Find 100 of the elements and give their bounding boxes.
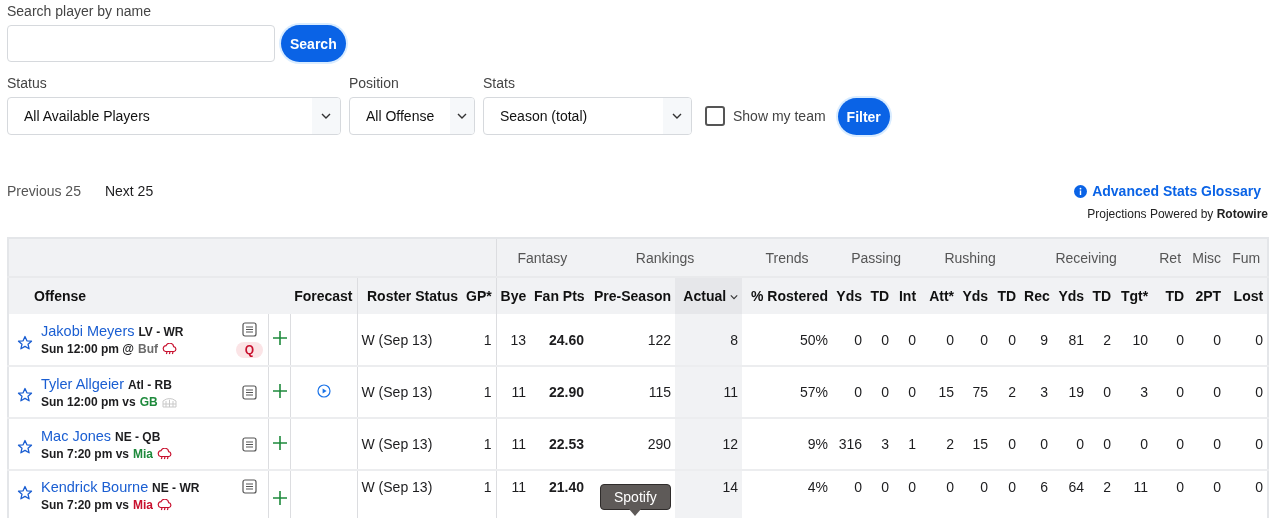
chevron-down-icon	[457, 113, 468, 119]
previous-link[interactable]: Previous 25	[7, 183, 81, 199]
table-cell: 2	[1103, 479, 1112, 495]
add-icon[interactable]	[272, 331, 287, 345]
group-header: Misc	[1192, 249, 1222, 266]
table-cell: 57%	[800, 384, 829, 400]
filter-button[interactable]: Filter	[837, 98, 890, 135]
team-position: NE - QB	[115, 429, 161, 444]
next-link[interactable]: Next 25	[104, 183, 154, 199]
player-link[interactable]: Mac Jones	[41, 427, 112, 444]
table-cell: 0	[1008, 479, 1017, 495]
add-icon[interactable]	[272, 491, 287, 505]
table-cell: 2	[1103, 331, 1112, 348]
table-cell: 0	[980, 479, 989, 495]
star-icon[interactable]	[17, 485, 33, 501]
table-cell: 1	[483, 331, 492, 348]
table-cell: 9%	[807, 436, 829, 452]
table-cell: 0	[854, 384, 863, 400]
table-cell: 3	[1040, 384, 1049, 400]
star-icon[interactable]	[17, 439, 33, 455]
play-icon[interactable]	[316, 383, 331, 398]
notes-icon[interactable]	[242, 479, 257, 494]
table-cell: 0	[1255, 384, 1264, 400]
roster-status: W (Sep 13)	[361, 384, 433, 400]
column-header[interactable]: Offense	[34, 288, 87, 304]
search-button[interactable]: Search	[281, 25, 346, 62]
table-cell: 13	[510, 331, 527, 348]
group-header: Trends	[765, 249, 809, 266]
chevron-down-icon	[672, 113, 682, 119]
table-cell: 81	[1068, 331, 1085, 348]
table-cell: 0	[908, 479, 917, 495]
table-cell: 122	[647, 331, 672, 348]
table-cell: 0	[1008, 436, 1017, 452]
team-position: Atl - RB	[127, 377, 172, 392]
fantasy-points: 21.40	[549, 479, 585, 495]
table-cell: 0	[1176, 384, 1185, 400]
table-cell: 0	[1255, 436, 1264, 452]
fantasy-points: 22.53	[549, 436, 585, 452]
team-position: LV - WR	[138, 325, 184, 339]
dropdown[interactable]: Season (total)	[483, 97, 692, 135]
rain-cloud-icon	[157, 499, 173, 511]
notes-icon[interactable]	[242, 384, 257, 400]
table-cell: 0	[881, 331, 890, 348]
table-cell: 10	[1132, 331, 1149, 348]
roster-status: W (Sep 13)	[361, 479, 433, 495]
table-cell: 0	[946, 479, 955, 495]
table-cell: 1	[483, 479, 492, 495]
table-cell: 11	[511, 384, 527, 400]
add-icon[interactable]	[272, 435, 287, 450]
table-cell: 0	[1213, 479, 1222, 495]
star-icon[interactable]	[17, 334, 33, 351]
table-cell: 12	[722, 436, 739, 452]
group-header: Rushing	[944, 249, 996, 266]
player-link[interactable]: Tyler Allgeier	[41, 375, 124, 392]
group-header: Receiving	[1055, 249, 1117, 266]
table-cell: 15	[938, 384, 955, 400]
table-cell: 0	[1076, 436, 1085, 452]
glossary-link[interactable]: Advanced Stats Glossary	[1092, 183, 1261, 199]
tooltip: Spotify	[600, 484, 671, 516]
opponent-team: Mia	[133, 498, 154, 512]
table-cell: 0	[1213, 436, 1222, 452]
injury-badge: Q	[235, 341, 264, 358]
table-cell: 0	[1213, 331, 1222, 348]
table-cell: 15	[972, 436, 989, 452]
dropdown[interactable]: All Offense	[349, 97, 475, 135]
game-time: Sun 12:00 pm @	[41, 342, 135, 356]
table-cell: 50%	[800, 331, 829, 348]
add-icon[interactable]	[272, 383, 287, 398]
star-icon[interactable]	[17, 387, 33, 403]
table-cell: 115	[648, 384, 672, 400]
group-header: Fum	[1232, 249, 1261, 266]
search-field[interactable]	[7, 25, 275, 62]
table-cell: 0	[854, 479, 863, 495]
table-cell: 1	[483, 384, 492, 400]
table-cell: 9	[1040, 331, 1049, 348]
notes-icon[interactable]	[242, 436, 257, 452]
table-cell: 0	[1040, 436, 1049, 452]
table-cell: 0	[1255, 331, 1264, 348]
rain-cloud-icon	[157, 447, 173, 460]
team-position: NE - WR	[152, 481, 200, 495]
table-cell: 3	[1140, 384, 1149, 400]
table-cell: 19	[1068, 384, 1085, 400]
rain-cloud-icon	[162, 343, 178, 355]
table-cell: 0	[980, 331, 989, 348]
notes-icon[interactable]	[242, 321, 257, 337]
opponent-team: Buf	[138, 342, 159, 356]
checkbox[interactable]	[705, 106, 725, 126]
table-cell: 1	[483, 436, 492, 452]
field-label: Position	[349, 75, 400, 91]
table-cell: 3	[881, 436, 890, 452]
player-link[interactable]: Kendrick Bourne	[41, 479, 149, 495]
table-cell: 316	[838, 436, 863, 452]
table-cell: 11	[1133, 479, 1149, 495]
dropdown[interactable]: All Available Players	[7, 97, 341, 135]
game-time: Sun 12:00 pm vs	[41, 394, 136, 409]
game-time: Sun 7:20 pm vs	[41, 498, 130, 512]
table-cell: 0	[1103, 436, 1112, 452]
game-time: Sun 7:20 pm vs	[41, 446, 130, 461]
table-cell: 8	[730, 331, 739, 348]
player-link[interactable]: Jakobi Meyers	[41, 323, 135, 339]
